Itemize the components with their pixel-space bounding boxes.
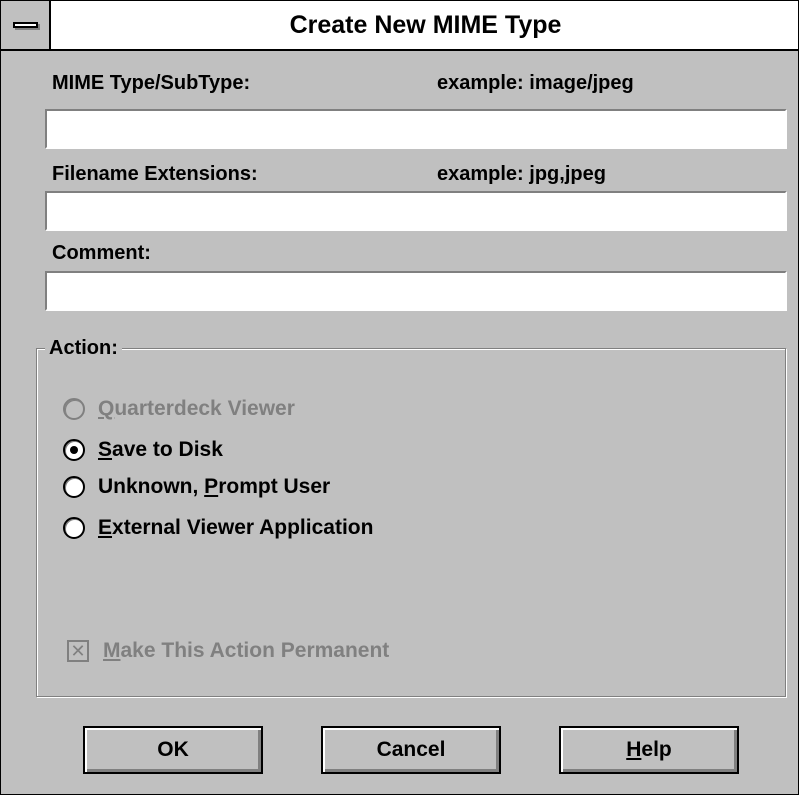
radio-circle — [63, 517, 85, 539]
radio-label: Save to Disk — [98, 438, 223, 461]
help-button[interactable]: Help — [559, 726, 739, 774]
cancel-button[interactable]: Cancel — [321, 726, 501, 774]
radio-circle — [63, 476, 85, 498]
radio-save-to-disk[interactable]: Save to Disk — [63, 436, 223, 464]
radio-label: External Viewer Application — [98, 516, 374, 539]
checkbox-label: Make This Action Permanent — [103, 639, 390, 662]
system-menu-icon — [13, 22, 38, 28]
title-bar: Create New MIME Type — [1, 1, 798, 51]
radio-label: Quarterdeck Viewer — [98, 397, 295, 420]
radio-external-viewer[interactable]: External Viewer Application — [63, 514, 373, 542]
make-action-permanent-checkbox[interactable]: ✕ Make This Action Permanent — [67, 637, 389, 665]
mime-type-input[interactable] — [45, 109, 787, 149]
action-group-label: Action: — [45, 337, 122, 360]
extensions-example: example: jpg,jpeg — [437, 163, 606, 185]
extensions-input[interactable] — [45, 191, 787, 231]
mime-type-label: MIME Type/SubType: — [52, 72, 251, 94]
comment-input[interactable] — [45, 271, 787, 311]
comment-label: Comment: — [52, 242, 151, 264]
system-menu-button[interactable] — [1, 1, 51, 49]
extensions-label: Filename Extensions: — [52, 163, 258, 185]
radio-unknown-prompt-user[interactable]: Unknown, Prompt User — [63, 473, 330, 501]
create-mime-type-dialog: Create New MIME Type MIME Type/SubType: … — [0, 0, 799, 795]
radio-circle — [63, 439, 85, 461]
ok-button[interactable]: OK — [83, 726, 263, 774]
radio-label: Unknown, Prompt User — [98, 475, 331, 498]
dialog-title: Create New MIME Type — [289, 11, 562, 39]
radio-quarterdeck-viewer[interactable]: Quarterdeck Viewer — [63, 395, 295, 423]
mime-type-example: example: image/jpeg — [437, 72, 634, 94]
checkbox-box: ✕ — [67, 640, 89, 662]
radio-circle — [63, 398, 85, 420]
